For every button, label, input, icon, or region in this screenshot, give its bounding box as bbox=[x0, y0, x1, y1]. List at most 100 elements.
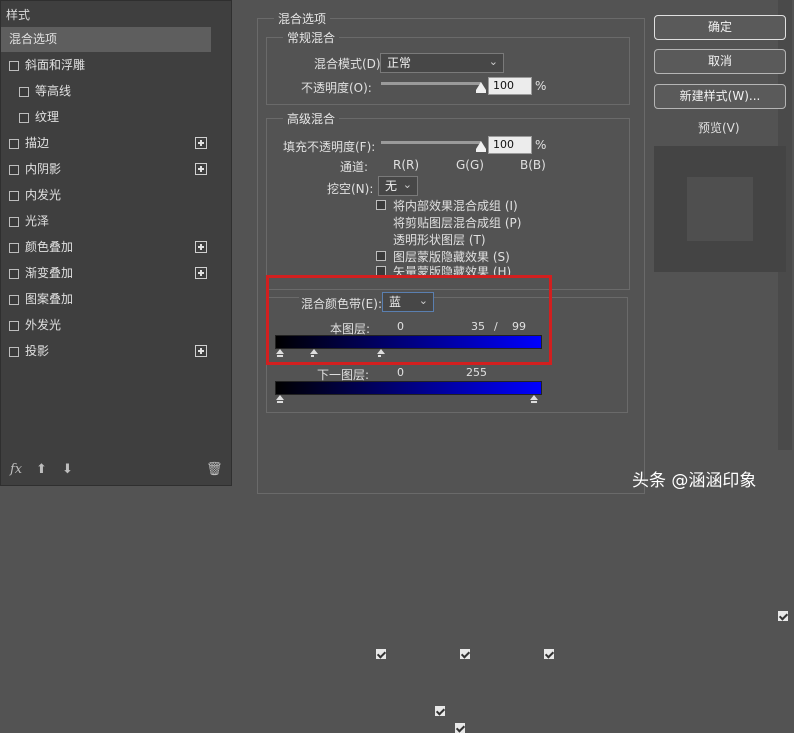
underlying-white-thumb[interactable] bbox=[530, 395, 538, 405]
preview-label: 预览(V) bbox=[698, 121, 740, 135]
style-item[interactable]: 图案叠加 bbox=[1, 287, 211, 312]
underlying-min: 0 bbox=[397, 366, 404, 379]
opacity-slider-thumb[interactable] bbox=[476, 82, 486, 90]
style-preview-inner bbox=[687, 177, 753, 241]
trash-icon[interactable]: 🗑 bbox=[206, 462, 223, 477]
style-item-label: 投影 bbox=[25, 344, 50, 358]
add-effect-icon[interactable] bbox=[195, 163, 207, 175]
underlying-black-thumb[interactable] bbox=[276, 395, 284, 405]
opacity-slider-track[interactable] bbox=[381, 82, 481, 85]
style-item-label: 内发光 bbox=[25, 188, 62, 202]
channels-label: 通道: bbox=[340, 160, 369, 174]
style-item[interactable]: 纹理 bbox=[1, 105, 211, 130]
chevron-down-icon: ⌄ bbox=[488, 55, 498, 68]
advanced-blending-title: 高级混合 bbox=[283, 110, 340, 127]
fill-opacity-unit: % bbox=[535, 138, 547, 152]
fill-opacity-slider-thumb-base bbox=[476, 149, 486, 152]
style-item-label: 渐变叠加 bbox=[25, 266, 74, 280]
style-item[interactable]: 内发光 bbox=[1, 183, 211, 208]
style-item-label: 图案叠加 bbox=[25, 292, 74, 306]
underlying-max: 255 bbox=[466, 366, 487, 379]
option-checkbox-1[interactable] bbox=[376, 200, 386, 210]
fx-icon[interactable]: fx bbox=[10, 462, 22, 477]
style-item-label: 光泽 bbox=[25, 214, 50, 228]
highlight-box bbox=[266, 275, 552, 365]
style-item[interactable]: 描边 bbox=[1, 131, 211, 156]
style-item-label: 内阴影 bbox=[25, 162, 62, 176]
add-effect-icon[interactable] bbox=[195, 345, 207, 357]
style-item-checkbox[interactable] bbox=[9, 242, 19, 253]
blend-options-title: 混合选项 bbox=[274, 10, 331, 27]
style-item[interactable]: 斜面和浮雕 bbox=[1, 53, 211, 78]
style-item[interactable]: 等高线 bbox=[1, 79, 211, 104]
ok-button[interactable]: 确定 bbox=[654, 15, 786, 40]
style-item-checkbox[interactable] bbox=[9, 164, 19, 175]
knockout-label: 挖空(N): bbox=[327, 182, 374, 196]
underlying-layer-gradient bbox=[275, 381, 542, 395]
channel-r-checkbox[interactable] bbox=[376, 648, 386, 659]
add-effect-icon[interactable] bbox=[195, 267, 207, 279]
channel-b-checkbox[interactable] bbox=[543, 648, 554, 659]
add-effect-icon[interactable] bbox=[195, 241, 207, 253]
option-label-2: 将剪贴图层混合成组 (P) bbox=[393, 216, 522, 230]
chevron-down-icon: ⌄ bbox=[402, 178, 412, 191]
new-style-button[interactable]: 新建样式(W)... bbox=[654, 84, 786, 109]
general-blending-title: 常规混合 bbox=[283, 29, 340, 46]
style-item[interactable]: 投影 bbox=[1, 339, 211, 364]
style-preview-swatch bbox=[654, 146, 786, 272]
channel-r-label: R(R) bbox=[393, 158, 420, 172]
style-item-label: 斜面和浮雕 bbox=[25, 58, 86, 72]
channel-g-label: G(G) bbox=[456, 158, 484, 172]
style-item-checkbox[interactable] bbox=[9, 268, 19, 279]
style-item-label: 外发光 bbox=[25, 318, 62, 332]
cancel-button[interactable]: 取消 bbox=[654, 49, 786, 74]
style-item[interactable]: 混合选项 bbox=[1, 27, 211, 52]
move-up-icon[interactable]: ⬆ bbox=[36, 462, 47, 477]
blend-mode-value: 正常 bbox=[387, 56, 412, 70]
style-item-checkbox[interactable] bbox=[9, 320, 19, 331]
fill-opacity-slider-track[interactable] bbox=[381, 141, 481, 144]
style-item-checkbox[interactable] bbox=[9, 138, 19, 149]
knockout-value: 无 bbox=[385, 179, 398, 193]
blend-mode-dropdown[interactable]: 正常 ⌄ bbox=[380, 53, 504, 73]
watermark: 头条 @涵涵印象 bbox=[632, 471, 757, 491]
opacity-unit: % bbox=[535, 79, 547, 93]
option-checkbox-4[interactable] bbox=[376, 251, 386, 261]
add-effect-icon[interactable] bbox=[195, 137, 207, 149]
style-item-checkbox[interactable] bbox=[9, 346, 19, 357]
option-checkbox-2[interactable] bbox=[435, 705, 446, 716]
preview-checkbox[interactable] bbox=[778, 610, 789, 621]
channel-g-checkbox[interactable] bbox=[459, 648, 470, 659]
style-item[interactable]: 外发光 bbox=[1, 313, 211, 338]
styles-header: 样式 bbox=[6, 8, 31, 22]
style-item-label: 纹理 bbox=[35, 110, 60, 124]
style-item-checkbox[interactable] bbox=[9, 60, 19, 71]
opacity-input[interactable]: 100 bbox=[488, 77, 532, 95]
style-item-label: 等高线 bbox=[35, 84, 72, 98]
knockout-dropdown[interactable]: 无 ⌄ bbox=[378, 176, 418, 196]
fill-opacity-input[interactable]: 100 bbox=[488, 136, 532, 154]
option-checkbox-3[interactable] bbox=[455, 722, 466, 733]
channel-b-label: B(B) bbox=[520, 158, 546, 172]
opacity-slider-thumb-base bbox=[476, 90, 486, 93]
style-item[interactable]: 渐变叠加 bbox=[1, 261, 211, 286]
style-item[interactable]: 颜色叠加 bbox=[1, 235, 211, 260]
style-item-label: 颜色叠加 bbox=[25, 240, 74, 254]
move-down-icon[interactable]: ⬇ bbox=[62, 462, 73, 477]
style-item[interactable]: 内阴影 bbox=[1, 157, 211, 182]
style-item-checkbox[interactable] bbox=[9, 190, 19, 201]
option-label-1: 将内部效果混合成组 (I) bbox=[393, 199, 518, 213]
style-item-checkbox[interactable] bbox=[9, 216, 19, 227]
fill-opacity-slider-thumb[interactable] bbox=[476, 141, 486, 149]
fill-opacity-label: 填充不透明度(F): bbox=[283, 140, 376, 154]
style-item[interactable]: 光泽 bbox=[1, 209, 211, 234]
option-label-3: 透明形状图层 (T) bbox=[393, 233, 486, 247]
style-item-checkbox[interactable] bbox=[19, 86, 29, 97]
style-item-label: 混合选项 bbox=[9, 32, 58, 46]
blend-mode-label: 混合模式(D): bbox=[314, 57, 385, 71]
style-item-label: 描边 bbox=[25, 136, 50, 150]
style-item-checkbox[interactable] bbox=[19, 112, 29, 123]
opacity-label: 不透明度(O): bbox=[301, 81, 372, 95]
style-item-checkbox[interactable] bbox=[9, 294, 19, 305]
styles-list-panel: 样式 混合选项斜面和浮雕等高线纹理描边内阴影内发光光泽颜色叠加渐变叠加图案叠加外… bbox=[0, 0, 792, 486]
